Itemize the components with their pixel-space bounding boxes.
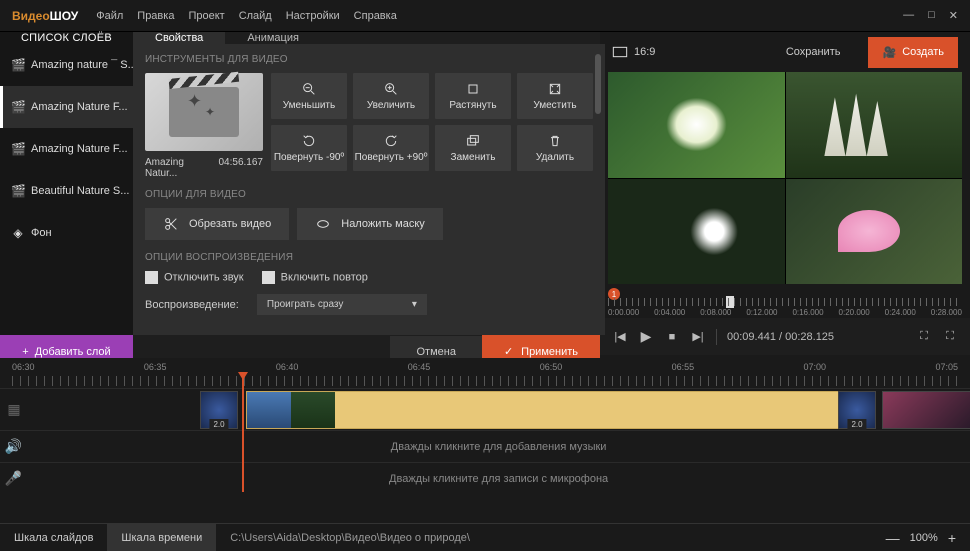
fit-button[interactable]: Уместить (517, 73, 593, 119)
loop-checkbox[interactable]: Включить повтор (262, 271, 368, 284)
paint-icon: ◈ (11, 226, 25, 240)
minimize-button[interactable]: — (903, 9, 914, 22)
aspect-ratio[interactable]: 16:9 (612, 46, 655, 58)
preview-viewport[interactable] (608, 72, 962, 284)
speaker-icon: 🔊 (0, 438, 27, 455)
mute-checkbox[interactable]: Отключить звук (145, 271, 244, 284)
create-button[interactable]: 🎥Создать (868, 37, 958, 68)
fullscreen-button[interactable]: ⛶ (942, 329, 958, 345)
clapperboard-icon: 🎬 (11, 184, 25, 198)
preview-panel: 16:9 Сохранить 🎥Создать 1 0:00.0000:04.0… (600, 32, 970, 358)
image-clip[interactable] (882, 391, 970, 429)
layer-item-background[interactable]: ◈Фон (0, 212, 133, 254)
zoom-out-button[interactable]: Уменьшить (271, 73, 347, 119)
stretch-button[interactable]: Растянуть (435, 73, 511, 119)
microphone-icon: 🎤 (0, 470, 27, 487)
layer-item[interactable]: 🎬Amazing Nature F... (0, 128, 133, 170)
left-panel: СПИСОК СЛОЁВ Свойства Анимация 🎬Amazing … (0, 32, 600, 358)
filmstrip-icon: ▦ (0, 401, 28, 418)
section-video-tools: ИНСТРУМЕНТЫ ДЛЯ ВИДЕО (145, 54, 593, 65)
clapperboard-icon: 🎬 (11, 142, 25, 156)
menu-project[interactable]: Проект (188, 10, 224, 22)
maximize-button[interactable]: □ (928, 9, 935, 22)
zoom-in-button[interactable]: Увеличить (353, 73, 429, 119)
zoom-in-btn[interactable]: + (948, 530, 956, 546)
zoom-out-btn[interactable]: — (886, 530, 900, 546)
clapperboard-icon: 🎬 (11, 58, 25, 72)
rotate-left-button[interactable]: Повернуть -90º (271, 125, 347, 171)
menu-slide[interactable]: Слайд (239, 10, 272, 22)
close-button[interactable]: ✕ (949, 9, 958, 22)
tab-properties[interactable]: Свойства (133, 32, 225, 44)
mic-track[interactable]: 🎤 Дважды кликните для записи с микрофона (0, 462, 970, 494)
main-menu: Файл Правка Проект Слайд Настройки Справ… (96, 10, 397, 22)
transition-clip[interactable]: 2.0 (838, 391, 876, 429)
save-button[interactable]: Сохранить (770, 37, 857, 67)
camera-icon: 🎥 (882, 46, 896, 59)
delete-button[interactable]: Удалить (517, 125, 593, 171)
layer-item[interactable]: 🎬Beautiful Nature S... (0, 170, 133, 212)
timeline-ruler[interactable]: 06:3006:3506:4006:4506:5006:5507:0007:05 (0, 358, 970, 388)
rotate-right-button[interactable]: Повернуть +90º (353, 125, 429, 171)
crop-video-button[interactable]: Обрезать видео (145, 208, 289, 240)
video-thumbnail[interactable]: ✦✦ Amazing Natur...04:56.167 (145, 73, 263, 179)
timeline-tracks: ▦ 2.0 2.0 🔊 Дважды кликните для добавлен… (0, 388, 970, 494)
window-controls: — □ ✕ (903, 9, 958, 22)
project-path: C:\Users\Aida\Desktop\Видео\Видео о прир… (216, 532, 871, 544)
prev-button[interactable]: |◀ (612, 329, 628, 345)
scrollbar[interactable] (595, 54, 601, 114)
stop-button[interactable]: ■ (664, 329, 680, 345)
section-play-opts: ОПЦИИ ВОСПРОИЗВЕДЕНИЯ (145, 252, 593, 263)
bottom-bar: Шкала слайдов Шкала времени C:\Users\Aid… (0, 523, 970, 551)
menu-settings[interactable]: Настройки (286, 10, 340, 22)
playback-controls: |◀ ▶ ■ ▶| 00:09.441 / 00:28.125 ⛶ ⛶ (600, 318, 970, 355)
snapshot-button[interactable]: ⛶ (916, 329, 932, 345)
menu-help[interactable]: Справка (354, 10, 397, 22)
preview-ruler[interactable]: 1 0:00.0000:04.0000:08.0000:12.0000:16.0… (608, 290, 962, 318)
tab-animation[interactable]: Анимация (225, 32, 321, 44)
video-clip[interactable] (246, 391, 846, 429)
playback-select[interactable]: Проиграть сразу▾ (257, 294, 427, 315)
properties-panel: ИНСТРУМЕНТЫ ДЛЯ ВИДЕО ✦✦ Amazing Natur..… (133, 44, 605, 335)
menu-edit[interactable]: Правка (137, 10, 174, 22)
layer-item[interactable]: 🎬Amazing Nature F... (0, 86, 133, 128)
app-logo: ВидеоШОУ (12, 9, 78, 23)
clapperboard-icon: 🎬 (11, 100, 25, 114)
tab-time-scale[interactable]: Шкала времени (107, 524, 216, 551)
tab-slide-scale[interactable]: Шкала слайдов (0, 524, 107, 551)
plus-icon: + (22, 346, 28, 358)
playback-label: Воспроизведение: (145, 299, 239, 311)
section-video-opts: ОПЦИИ ДЛЯ ВИДЕО (145, 189, 593, 200)
video-track[interactable]: ▦ 2.0 2.0 (0, 388, 970, 430)
layer-list: 🎬Amazing nature ¯ S... 🎬Amazing Nature F… (0, 44, 133, 335)
zoom-level: 100% (910, 532, 938, 544)
music-track[interactable]: 🔊 Дважды кликните для добавления музыки (0, 430, 970, 462)
apply-mask-button[interactable]: Наложить маску (297, 208, 443, 240)
titlebar: ВидеоШОУ Файл Правка Проект Слайд Настро… (0, 0, 970, 32)
replace-button[interactable]: Заменить (435, 125, 511, 171)
chevron-down-icon: ▾ (412, 299, 417, 310)
transition-clip[interactable]: 2.0 (200, 391, 238, 429)
layer-item[interactable]: 🎬Amazing nature ¯ S... (0, 44, 133, 86)
next-button[interactable]: ▶| (690, 329, 706, 345)
checkmark-icon: ✓ (504, 345, 513, 358)
menu-file[interactable]: Файл (96, 10, 123, 22)
time-display: 00:09.441 / 00:28.125 (727, 331, 834, 343)
play-button[interactable]: ▶ (638, 329, 654, 345)
layers-title: СПИСОК СЛОЁВ (0, 32, 133, 44)
